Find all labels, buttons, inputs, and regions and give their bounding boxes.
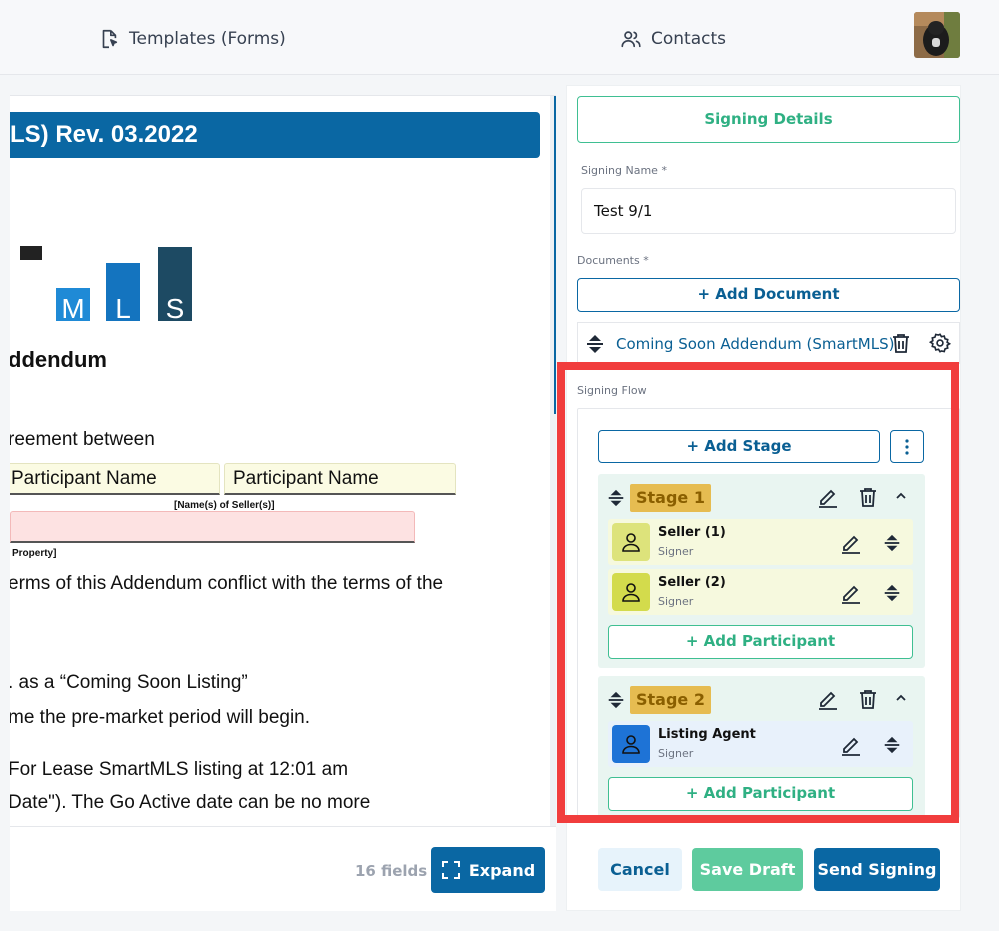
flow-options-button[interactable] (890, 430, 924, 463)
stage-1: Stage 1 Seller (1) Signer Seller (2) Sig… (598, 474, 925, 668)
document-line: Date"). The Go Active date can be no mor… (10, 792, 371, 813)
participant-name: Seller (1) (658, 525, 726, 540)
participant-name-field[interactable]: Participant Name (224, 463, 456, 495)
document-banner: LS) Rev. 03.2022 (10, 112, 540, 158)
pencil-icon[interactable] (840, 734, 862, 756)
avatar (612, 523, 650, 561)
expand-icon (441, 861, 460, 879)
nav-templates-label: Templates (Forms) (129, 29, 286, 49)
sort-icon[interactable] (882, 583, 902, 603)
property-caption: Property] (12, 548, 57, 559)
document-line: erms of this Addendum conflict with the … (10, 573, 444, 594)
document-row: Coming Soon Addendum (SmartMLS) (577, 322, 960, 364)
sort-icon[interactable] (882, 533, 902, 553)
document-viewport[interactable]: LS) Rev. 03.2022 M L S ddendum reement b… (10, 96, 556, 826)
add-document-button[interactable]: + Add Document (577, 278, 960, 312)
logo-letter-l: L (106, 263, 140, 324)
participant-name: Seller (2) (658, 575, 726, 590)
pencil-icon[interactable] (817, 688, 839, 710)
sort-icon[interactable] (606, 690, 626, 710)
logo-letter-s: S (158, 247, 192, 324)
user-icon (622, 533, 640, 552)
avatar (612, 573, 650, 611)
gear-icon[interactable] (929, 332, 951, 354)
pencil-icon[interactable] (840, 532, 862, 554)
signing-details-button[interactable]: Signing Details (577, 96, 960, 143)
document-line: . as a “Coming Soon Listing” (10, 672, 248, 693)
fields-count: 16 fields (355, 862, 428, 880)
participant-name: Listing Agent (658, 727, 756, 742)
signing-name-label: Signing Name * (581, 164, 667, 177)
add-participant-button[interactable]: + Add Participant (608, 777, 913, 811)
pencil-icon[interactable] (817, 486, 839, 508)
logo-letter-m: M (56, 288, 90, 324)
sort-icon[interactable] (606, 488, 626, 508)
document-pointer-icon (102, 29, 118, 49)
nav-contacts[interactable]: Contacts (620, 26, 726, 52)
preview-footer: 16 fields Expand (10, 826, 556, 911)
users-icon (621, 31, 641, 48)
preview-scrollbar[interactable] (554, 96, 556, 414)
participant-role: Signer (658, 747, 694, 760)
stage-header: Stage 1 (598, 474, 925, 514)
expand-button[interactable]: Expand (431, 847, 545, 893)
logo-fragment (20, 246, 42, 260)
pencil-icon[interactable] (840, 582, 862, 604)
document-line: reement between (10, 429, 155, 450)
signing-name-input[interactable]: Test 9/1 (581, 188, 956, 234)
stage-header: Stage 2 (598, 676, 925, 716)
seller-caption: [Name(s) of Seller(s)] (174, 500, 275, 511)
stage-title: Stage 1 (630, 484, 711, 512)
user-icon (622, 583, 640, 602)
participant-role: Signer (658, 545, 694, 558)
cancel-button[interactable]: Cancel (598, 848, 682, 891)
avatar[interactable] (914, 12, 960, 58)
property-field[interactable] (10, 511, 415, 543)
document-preview: LS) Rev. 03.2022 M L S ddendum reement b… (10, 95, 556, 911)
top-navigation: Templates (Forms) Contacts (0, 0, 999, 75)
nav-contacts-label: Contacts (651, 29, 726, 49)
document-line: For Lease SmartMLS listing at 12:01 am (10, 759, 349, 780)
stage-title: Stage 2 (630, 686, 711, 714)
trash-icon[interactable] (890, 332, 912, 354)
documents-label: Documents * (577, 254, 649, 267)
participant-seller-2[interactable]: Seller (2) Signer (608, 569, 913, 615)
document-page: LS) Rev. 03.2022 M L S ddendum reement b… (10, 96, 550, 826)
avatar (612, 725, 650, 763)
add-stage-button[interactable]: + Add Stage (598, 430, 880, 463)
document-name[interactable]: Coming Soon Addendum (SmartMLS) (616, 335, 894, 353)
trash-icon[interactable] (857, 688, 879, 710)
chevron-up-icon[interactable] (895, 490, 907, 502)
kebab-icon (905, 438, 909, 455)
document-line: me the pre-market period will begin. (10, 707, 311, 728)
trash-icon[interactable] (857, 486, 879, 508)
signing-flow-label: Signing Flow (577, 384, 647, 397)
send-signing-button[interactable]: Send Signing (814, 848, 940, 891)
app-page: Templates (Forms) Contacts LS) Rev. 03.2… (0, 0, 999, 931)
document-heading: ddendum (10, 347, 107, 372)
participant-seller-1[interactable]: Seller (1) Signer (608, 519, 913, 565)
user-icon (622, 735, 640, 754)
stage-2: Stage 2 Listing Agent Signer + Add Parti… (598, 676, 925, 817)
sort-icon[interactable] (584, 333, 606, 355)
participant-listing-agent[interactable]: Listing Agent Signer (608, 721, 913, 767)
sort-icon[interactable] (882, 735, 902, 755)
save-draft-button[interactable]: Save Draft (692, 848, 803, 891)
signing-panel: Signing Details Signing Name * Test 9/1 … (566, 85, 961, 911)
expand-label: Expand (468, 860, 536, 880)
nav-templates[interactable]: Templates (Forms) (98, 26, 286, 52)
add-participant-button[interactable]: + Add Participant (608, 625, 913, 659)
chevron-up-icon[interactable] (895, 692, 907, 704)
signing-flow: + Add Stage Stage 1 Seller (1) Signer Se… (577, 408, 960, 818)
participant-role: Signer (658, 595, 694, 608)
participant-name-field[interactable]: Participant Name (10, 463, 220, 495)
